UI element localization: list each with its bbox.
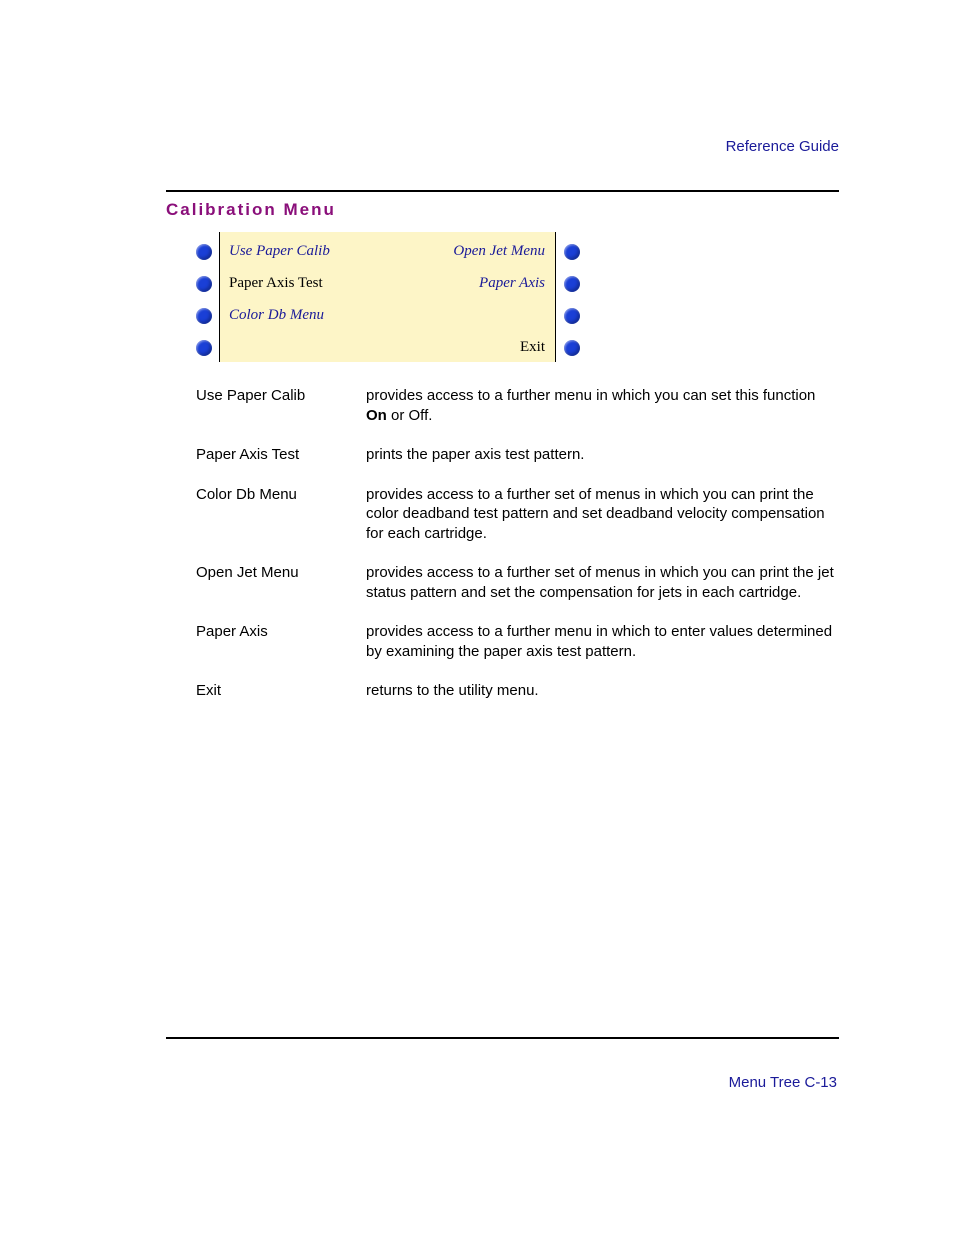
definition-term: Paper Axis xyxy=(196,622,366,661)
section-title: Calibration Menu xyxy=(166,200,336,220)
bullet-icon[interactable] xyxy=(196,308,212,324)
bottom-rule xyxy=(166,1037,839,1039)
definition-row: Use Paper Calibprovides access to a furt… xyxy=(196,386,838,425)
definition-row: Open Jet Menuprovides access to a furthe… xyxy=(196,563,838,602)
bullet-icon[interactable] xyxy=(564,276,580,292)
definition-row: Paper Axis Testprints the paper axis tes… xyxy=(196,445,838,465)
definition-row: Paper Axisprovides access to a further m… xyxy=(196,622,838,661)
panel-row: Paper Axis Test Paper Axis xyxy=(189,272,589,304)
bullet-icon[interactable] xyxy=(196,340,212,356)
definition-description: provides access to a further menu in whi… xyxy=(366,386,838,425)
panel-right-label[interactable]: Paper Axis xyxy=(479,275,545,292)
panel-left-label: Paper Axis Test xyxy=(229,275,323,292)
panel-row: Color Db Menu xyxy=(189,304,589,336)
definitions-list: Use Paper Calibprovides access to a furt… xyxy=(196,386,838,721)
bullet-icon[interactable] xyxy=(196,276,212,292)
panel-right-label[interactable]: Open Jet Menu xyxy=(453,243,545,260)
definition-description: provides access to a further menu in whi… xyxy=(366,622,838,661)
definition-row: Exitreturns to the utility menu. xyxy=(196,681,838,701)
panel-row: Use Paper Calib Open Jet Menu xyxy=(189,240,589,272)
definition-description: provides access to a further set of menu… xyxy=(366,485,838,544)
definition-term: Open Jet Menu xyxy=(196,563,366,602)
definition-description: prints the paper axis test pattern. xyxy=(366,445,838,465)
definition-row: Color Db Menuprovides access to a furthe… xyxy=(196,485,838,544)
bullet-icon[interactable] xyxy=(196,244,212,260)
bullet-icon[interactable] xyxy=(564,308,580,324)
bullet-icon[interactable] xyxy=(564,244,580,260)
bullet-icon[interactable] xyxy=(564,340,580,356)
definition-term: Use Paper Calib xyxy=(196,386,366,425)
panel-row: Exit xyxy=(189,336,589,368)
definition-description: returns to the utility menu. xyxy=(366,681,838,701)
panel-right-label: Exit xyxy=(520,339,545,356)
menu-panel: Use Paper Calib Open Jet Menu Paper Axis T… xyxy=(189,232,589,362)
panel-left-label[interactable]: Use Paper Calib xyxy=(229,243,330,260)
definition-description: provides access to a further set of menu… xyxy=(366,563,838,602)
definition-term: Exit xyxy=(196,681,366,701)
header-reference-guide: Reference Guide xyxy=(726,138,839,155)
definition-term: Paper Axis Test xyxy=(196,445,366,465)
panel-left-label[interactable]: Color Db Menu xyxy=(229,307,324,324)
definition-term: Color Db Menu xyxy=(196,485,366,544)
footer-page-number: Menu Tree C-13 xyxy=(729,1074,837,1091)
top-rule xyxy=(166,190,839,192)
